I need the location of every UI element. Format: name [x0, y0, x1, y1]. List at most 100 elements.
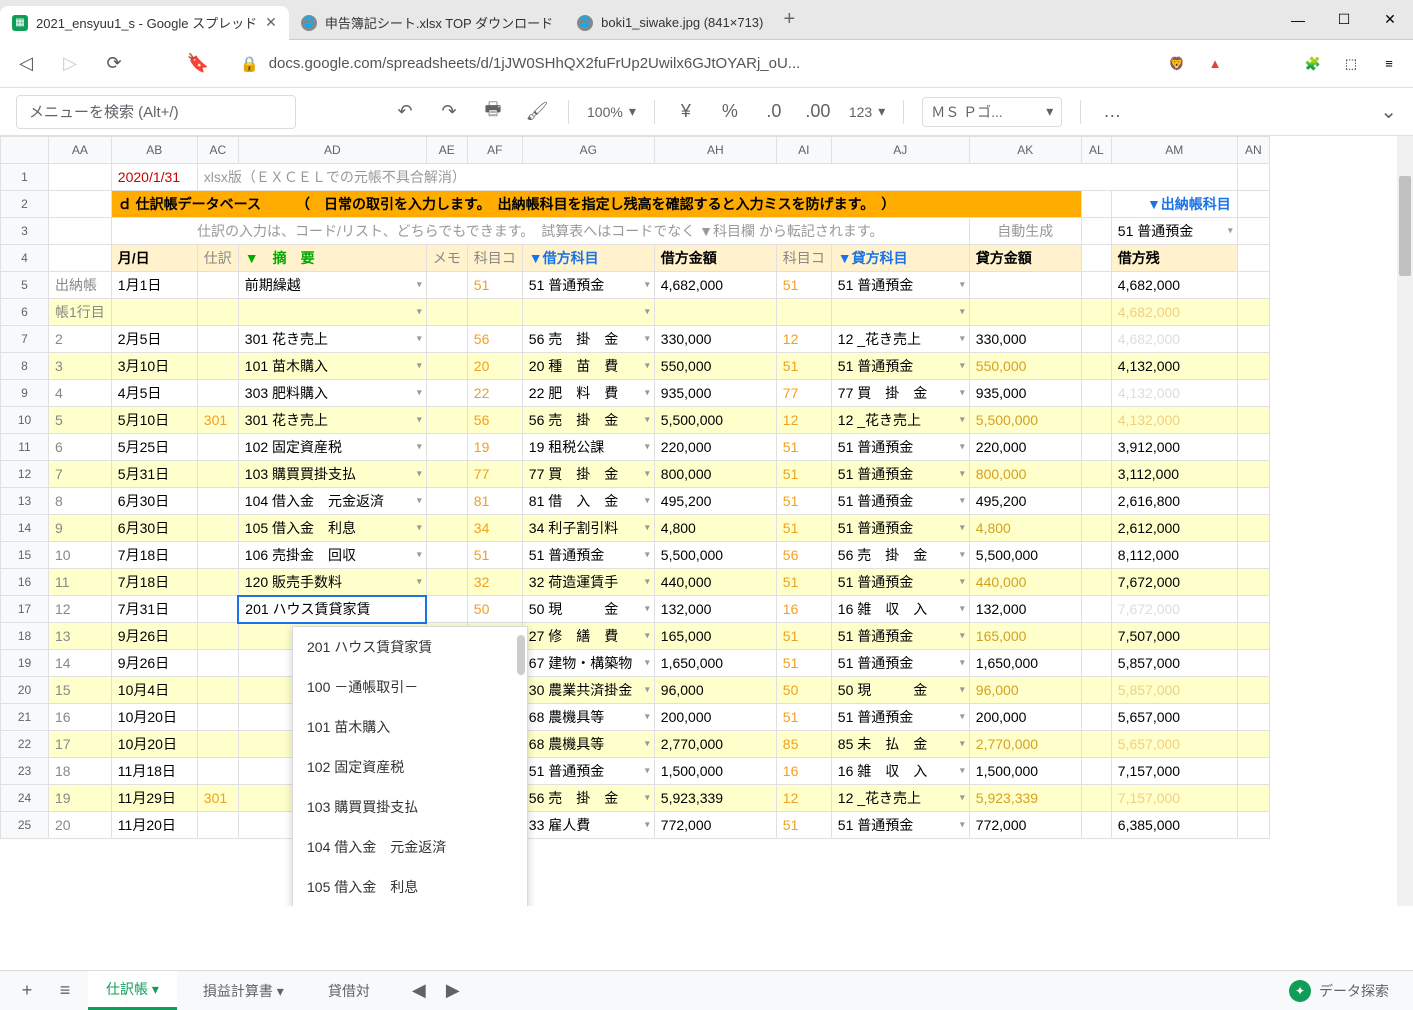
cell[interactable] [1237, 407, 1269, 434]
column-header[interactable]: AE [426, 137, 467, 164]
debit-account-cell[interactable]: 56 売 掛 金 [522, 407, 654, 434]
credit-account-cell[interactable]: 51 普通預金 [831, 434, 969, 461]
cell[interactable] [1081, 272, 1111, 299]
cell[interactable] [426, 380, 467, 407]
balance-cell[interactable]: 4,132,000 [1111, 380, 1237, 407]
cell[interactable] [197, 758, 238, 785]
credit-amount-cell[interactable]: 495,200 [969, 488, 1081, 515]
cell[interactable] [1237, 245, 1269, 272]
cell[interactable]: 51 [776, 353, 831, 380]
cell[interactable]: 7 [49, 461, 112, 488]
debit-amount-cell[interactable]: 550,000 [654, 353, 776, 380]
debit-account-cell[interactable]: 22 肥 料 費 [522, 380, 654, 407]
cell[interactable]: 3 [49, 353, 112, 380]
cell[interactable] [1237, 623, 1269, 650]
cell[interactable]: 8 [49, 488, 112, 515]
sheet-tab[interactable]: 損益計算書 ▾ [185, 973, 302, 1009]
menu-search[interactable]: メニューを検索 (Alt+/) [16, 95, 296, 129]
balance-cell[interactable]: 5,857,000 [1111, 677, 1237, 704]
cell[interactable]: 19 [467, 434, 522, 461]
credit-amount-cell[interactable]: 5,500,000 [969, 407, 1081, 434]
balance-cell[interactable]: 8,112,000 [1111, 542, 1237, 569]
select-all-cell[interactable] [1, 137, 49, 164]
credit-account-cell[interactable]: 51 普通預金 [831, 461, 969, 488]
font-select[interactable]: ＭＳ Ｐゴ...▾ [922, 97, 1062, 127]
cell[interactable] [1237, 812, 1269, 839]
row-header[interactable]: 15 [1, 542, 49, 569]
credit-amount-cell[interactable]: 1,650,000 [969, 650, 1081, 677]
column-header[interactable]: AL [1081, 137, 1111, 164]
cell[interactable] [1081, 488, 1111, 515]
cell[interactable] [1237, 299, 1269, 326]
credit-account-cell[interactable]: 77 買 掛 金 [831, 380, 969, 407]
col-header[interactable]: ▼貸方科目 [831, 245, 969, 272]
column-header[interactable]: AJ [831, 137, 969, 164]
row-header[interactable]: 8 [1, 353, 49, 380]
cell[interactable] [1237, 272, 1269, 299]
balance-cell[interactable]: 4,682,000 [1111, 272, 1237, 299]
header-cell[interactable]: ▼出納帳科目 [1111, 191, 1237, 218]
cell[interactable]: 51 [776, 812, 831, 839]
cell[interactable]: 帳1行目 [49, 299, 112, 326]
cell[interactable] [1081, 326, 1111, 353]
cell[interactable] [1081, 650, 1111, 677]
date-cell[interactable]: 10月20日 [111, 704, 197, 731]
credit-account-cell[interactable]: 12 _花き売上 [831, 785, 969, 812]
cell[interactable]: 4 [49, 380, 112, 407]
summary-cell[interactable]: 120 販売手数料 [238, 569, 426, 596]
cell[interactable]: 17 [49, 731, 112, 758]
row-header[interactable]: 17 [1, 596, 49, 623]
cell[interactable]: 11 [49, 569, 112, 596]
credit-amount-cell[interactable]: 132,000 [969, 596, 1081, 623]
cell[interactable] [197, 596, 238, 623]
cell[interactable] [197, 272, 238, 299]
cell[interactable] [1237, 353, 1269, 380]
cell[interactable] [426, 596, 467, 623]
cell[interactable]: 77 [467, 461, 522, 488]
cell[interactable] [1081, 677, 1111, 704]
menu-icon[interactable]: ≡ [1377, 52, 1401, 76]
cell[interactable] [197, 326, 238, 353]
balance-cell[interactable]: 7,157,000 [1111, 785, 1237, 812]
cell[interactable] [1237, 542, 1269, 569]
row-header[interactable]: 14 [1, 515, 49, 542]
cell[interactable]: 14 [49, 650, 112, 677]
cell[interactable] [1081, 434, 1111, 461]
cell[interactable] [426, 461, 467, 488]
cell[interactable] [197, 677, 238, 704]
summary-cell[interactable] [238, 299, 426, 326]
cell[interactable]: 51 [776, 461, 831, 488]
browser-tab-active[interactable]: ▦ 2021_ensyuu1_s - Google スプレッド ✕ [0, 6, 289, 40]
balance-cell[interactable]: 7,672,000 [1111, 569, 1237, 596]
cell[interactable] [197, 299, 238, 326]
add-sheet-button[interactable]: + [12, 976, 42, 1006]
date-cell[interactable]: 5月25日 [111, 434, 197, 461]
debit-amount-cell[interactable]: 772,000 [654, 812, 776, 839]
cell[interactable]: 51 [776, 488, 831, 515]
close-window-button[interactable]: ✕ [1367, 4, 1413, 36]
cell[interactable] [776, 299, 831, 326]
row-header[interactable]: 16 [1, 569, 49, 596]
summary-cell[interactable]: 102 固定資産税 [238, 434, 426, 461]
column-header[interactable]: AD [238, 137, 426, 164]
cell[interactable]: 12 [49, 596, 112, 623]
balance-cell[interactable]: 5,657,000 [1111, 704, 1237, 731]
cell[interactable] [1081, 380, 1111, 407]
balance-cell[interactable]: 4,682,000 [1111, 299, 1237, 326]
cell[interactable] [1237, 191, 1269, 218]
debit-account-cell[interactable]: 27 修 繕 費 [522, 623, 654, 650]
debit-amount-cell[interactable]: 800,000 [654, 461, 776, 488]
column-header[interactable]: AC [197, 137, 238, 164]
col-header[interactable]: ▼借方科目 [522, 245, 654, 272]
col-header[interactable]: 月/日 [111, 245, 197, 272]
cell[interactable] [1081, 758, 1111, 785]
vertical-scrollbar[interactable] [1397, 136, 1413, 906]
cell[interactable] [1237, 569, 1269, 596]
summary-cell[interactable]: 201 ハウス賃貸家賃 [238, 596, 426, 623]
credit-amount-cell[interactable]: 772,000 [969, 812, 1081, 839]
credit-amount-cell[interactable] [969, 272, 1081, 299]
cell[interactable] [1081, 461, 1111, 488]
all-sheets-button[interactable]: ≡ [50, 976, 80, 1006]
cell[interactable]: 50 [776, 677, 831, 704]
debit-account-cell[interactable]: 56 売 掛 金 [522, 326, 654, 353]
